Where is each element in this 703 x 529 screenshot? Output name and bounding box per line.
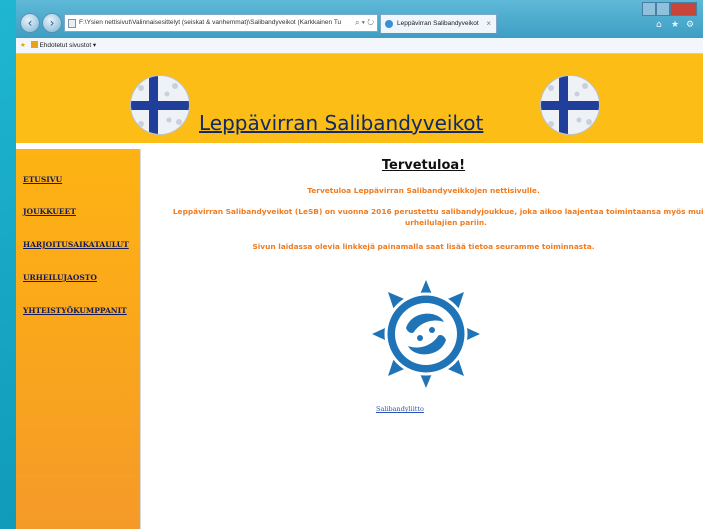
sidebar-item-joukkueet[interactable]: JOUKKUEET [23,207,76,216]
suggested-sites-icon [30,41,38,48]
main-content: Tervetuloa! Tervetuloa Leppävirran Salib… [144,149,703,529]
browser-window: ‹ › F:\Ysien nettisivut\Valinnaisesittel… [16,0,703,529]
salibandyliitto-link[interactable]: Salibandyliitto [376,405,424,413]
favorites-bar: ★ Ehdotetut sivustot ▾ [16,38,703,54]
sidebar-item-yhteistyokumppanit[interactable]: YHTEISTYÖKUMPPANIT [23,306,127,315]
favorites-star-icon[interactable]: ★ [671,20,679,30]
page-viewport: Leppävirran Salibandyveikot ETUSIVU JOUK… [16,54,703,529]
page-heading: Tervetuloa! [381,158,466,173]
gear-icon[interactable]: ⚙ [686,20,694,30]
page-icon [68,19,76,28]
favorites-icon[interactable]: ★ [20,38,26,53]
ie-icon [385,20,393,28]
welcome-text: Tervetuloa Leppävirran Salibandyveikkoje… [307,186,540,195]
back-button[interactable]: ‹ [20,13,40,33]
home-icon[interactable]: ⌂ [656,20,662,30]
search-refresh-icon[interactable]: ⌕ ▾ ↻ [355,15,374,31]
forward-button[interactable]: › [42,13,62,33]
site-title[interactable]: Leppävirran Salibandyveikot [199,111,483,135]
salibandyliitto-logo[interactable] [368,276,484,392]
floorball-right-icon [540,75,600,135]
intro-text: Leppävirran Salibandyveikot (LeSB) on vu… [172,207,703,227]
address-bar[interactable]: F:\Ysien nettisivut\Valinnaisesittelyt (… [64,14,378,32]
browser-titlebar: ‹ › F:\Ysien nettisivut\Valinnaisesittel… [16,0,703,38]
address-text: F:\Ysien nettisivut\Valinnaisesittelyt (… [79,19,342,26]
sidebar-item-harjoitusaikataulut[interactable]: HARJOITUSAIKATAULUT [23,240,129,249]
tab-title: Leppävirran Salibandyveikot [397,20,479,27]
tab-close-icon[interactable]: × [486,15,491,33]
site-banner: Leppävirran Salibandyveikot [16,54,703,146]
suggested-sites-link[interactable]: Ehdotetut sivustot ▾ [39,42,96,49]
close-window-button[interactable] [670,2,697,16]
sidebar-item-urheilujaosto[interactable]: URHEILUJAOSTO [23,273,97,282]
tab-active[interactable]: Leppävirran Salibandyveikot × [380,14,497,33]
sidebar-nav: ETUSIVU JOUKKUEET HARJOITUSAIKATAULUT UR… [16,149,140,529]
sidebar-item-etusivu[interactable]: ETUSIVU [23,175,62,184]
minimize-button[interactable] [642,2,656,16]
floorball-left-icon [130,75,190,135]
maximize-button[interactable] [656,2,670,16]
info-text: Sivun laidassa olevia linkkejä painamall… [252,242,595,251]
